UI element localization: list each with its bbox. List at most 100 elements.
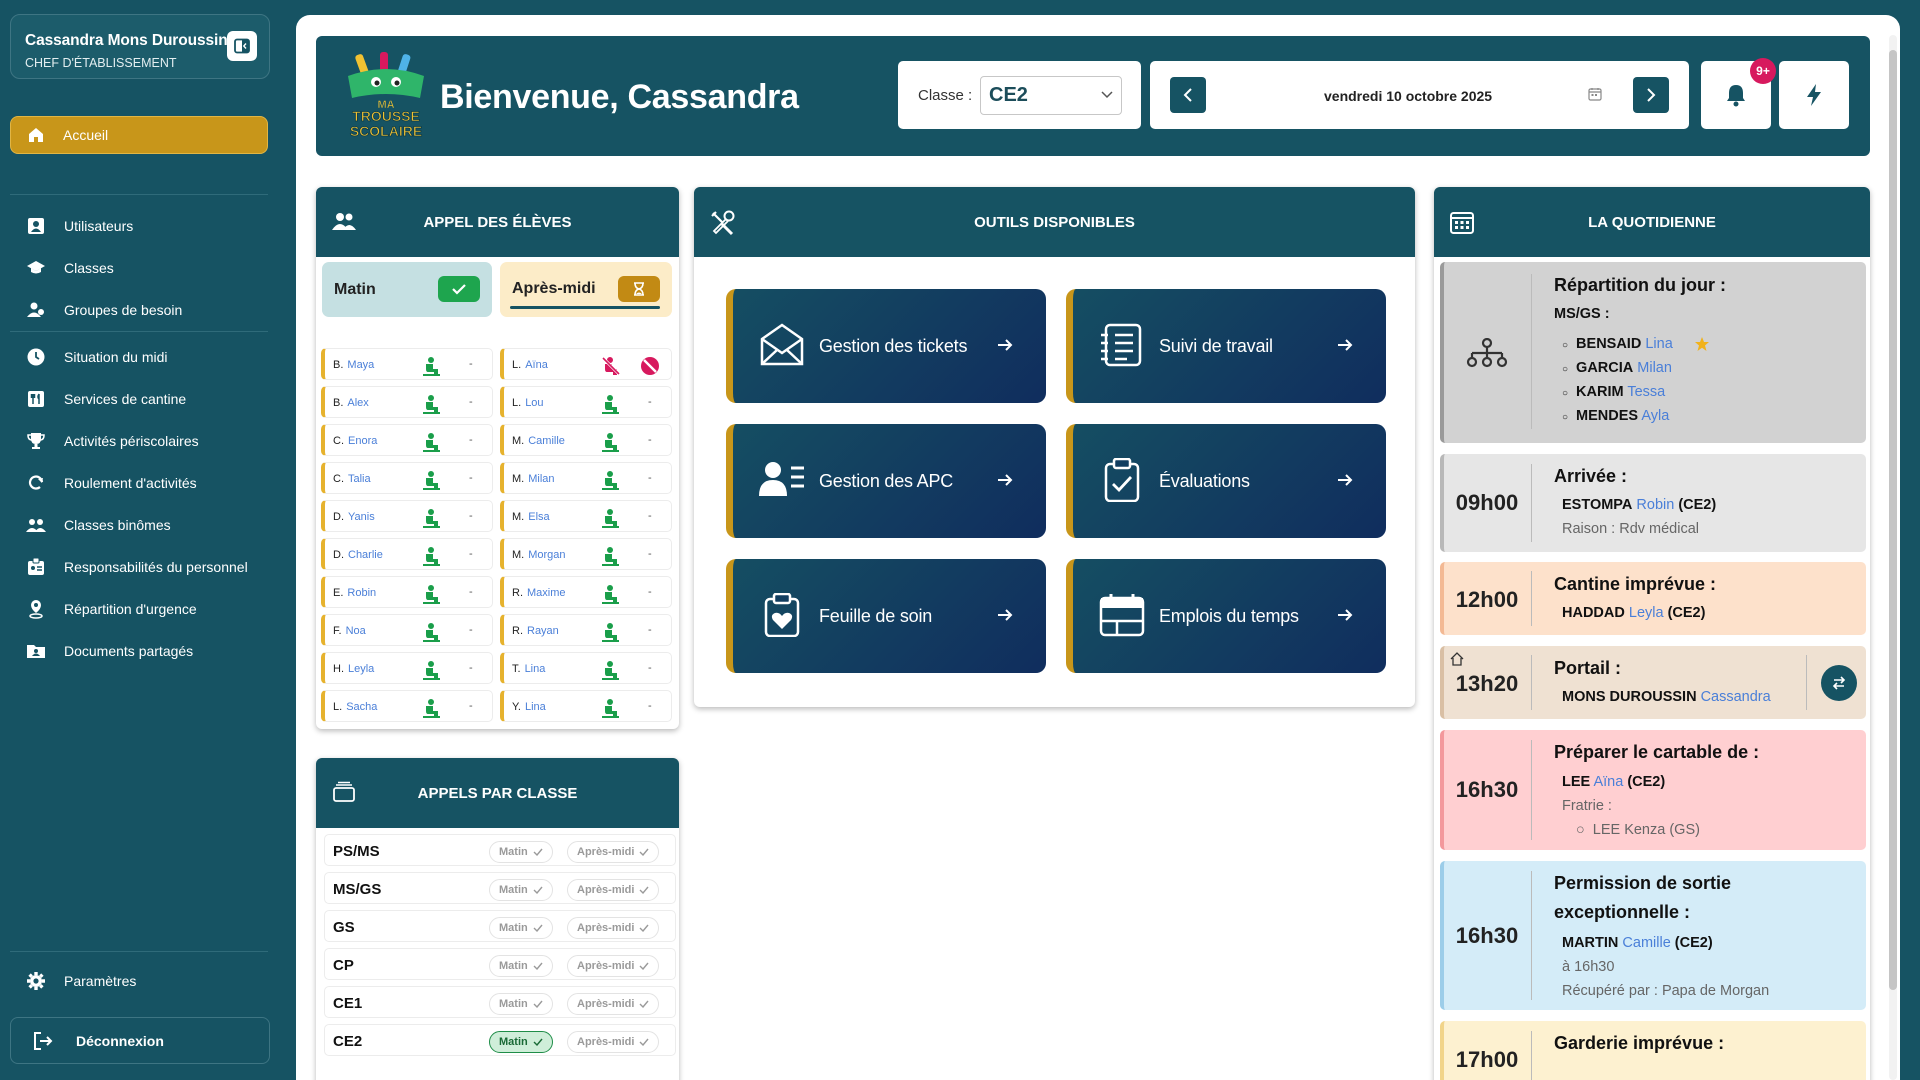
tool-gestion-des-tickets[interactable]: Gestion des tickets	[726, 289, 1046, 403]
status-toggle[interactable]	[602, 432, 620, 452]
student-row[interactable]: M. Milan -	[500, 462, 672, 494]
sidebar-item-classes[interactable]: Classes	[26, 257, 114, 279]
class-select[interactable]: CE2	[980, 76, 1122, 115]
sidebar-item-classes-binomes[interactable]: Classes binômes	[26, 514, 171, 536]
status-toggle[interactable]	[602, 660, 620, 680]
card-title: Permission de sortie	[1554, 873, 1732, 893]
tool-emplois-du-temps[interactable]: Emplois du temps	[1066, 559, 1386, 673]
reason-text: Raison : Rdv médical	[1562, 521, 1699, 537]
matin-status-pill[interactable]: Matin	[489, 955, 553, 977]
sidebar-item-utilisateurs[interactable]: Utilisateurs	[26, 215, 133, 237]
status-toggle[interactable]	[423, 356, 441, 376]
student-row[interactable]: B. Maya -	[321, 348, 493, 380]
scrollbar[interactable]	[1889, 35, 1897, 1080]
status-toggle[interactable]	[602, 470, 620, 490]
matin-status-pill[interactable]: Matin	[489, 917, 553, 939]
tool-feuille-de-soin[interactable]: Feuille de soin	[726, 559, 1046, 673]
student-row[interactable]: M. Camille -	[500, 424, 672, 456]
status-toggle[interactable]	[602, 584, 620, 604]
card-garderie-imprevue: 17h00 Garderie imprévue :	[1440, 1021, 1866, 1080]
status-toggle[interactable]	[423, 622, 441, 642]
sidebar-item-documents-partages[interactable]: Documents partagés	[26, 640, 193, 662]
previous-day-button[interactable]	[1170, 77, 1206, 113]
status-toggle[interactable]	[602, 394, 620, 414]
sidebar-item-services-de-cantine[interactable]: Services de cantine	[26, 388, 186, 410]
student-row[interactable]: R. Maxime -	[500, 576, 672, 608]
sidebar-item-accueil[interactable]: Accueil	[10, 116, 268, 154]
student-row[interactable]: H. Leyla -	[321, 652, 493, 684]
student-row[interactable]: C. Enora -	[321, 424, 493, 456]
student-row[interactable]: M. Elsa -	[500, 500, 672, 532]
status-toggle[interactable]	[602, 356, 620, 376]
arrow-right-icon	[998, 339, 1013, 351]
student-row[interactable]: M. Morgan -	[500, 538, 672, 570]
sidebar-item-groupes-de-besoin[interactable]: Groupes de besoin	[26, 299, 182, 321]
apres-midi-status-pill[interactable]: Après-midi	[567, 917, 660, 939]
sidebar-item-repartition-d-urgence[interactable]: Répartition d'urgence	[26, 598, 197, 620]
tab-matin[interactable]: Matin	[322, 262, 492, 317]
tab-apres-midi[interactable]: Après-midi	[500, 262, 672, 317]
tool-label: Suivi de travail	[1159, 336, 1273, 356]
student-row[interactable]: T. Lina -	[500, 652, 672, 684]
tool-label: Gestion des tickets	[819, 336, 968, 356]
student-row[interactable]: F. Noa -	[321, 614, 493, 646]
tool-suivi-de-travail[interactable]: Suivi de travail	[1066, 289, 1386, 403]
separator	[1806, 655, 1807, 710]
tool-evaluations[interactable]: Évaluations	[1066, 424, 1386, 538]
student-row[interactable]: R. Rayan -	[500, 614, 672, 646]
status-toggle[interactable]	[423, 584, 441, 604]
next-day-button[interactable]	[1633, 77, 1669, 113]
status-toggle[interactable]	[423, 470, 441, 490]
class-name: CE1	[333, 995, 363, 1012]
swap-button[interactable]	[1821, 665, 1857, 701]
sidebar-item-activites-periscolaires[interactable]: Activités périscolaires	[26, 430, 199, 452]
student-row[interactable]: C. Talia -	[321, 462, 493, 494]
status-toggle[interactable]	[602, 508, 620, 528]
matin-status-pill[interactable]: Matin	[489, 993, 553, 1015]
status-toggle[interactable]	[602, 546, 620, 566]
sidebar-item-situation-du-midi[interactable]: Situation du midi	[26, 346, 168, 368]
student-line: MARTIN Camille (CE2)	[1562, 935, 1713, 951]
status-toggle[interactable]	[423, 432, 441, 452]
status-toggle[interactable]	[602, 698, 620, 718]
apres-midi-status-pill[interactable]: Après-midi	[567, 841, 660, 863]
student-present-icon	[423, 661, 440, 680]
student-row[interactable]: L. Aïna	[500, 348, 672, 380]
scrollbar-thumb[interactable]	[1889, 50, 1897, 990]
student-row[interactable]: E. Robin -	[321, 576, 493, 608]
calendar-icon[interactable]	[1588, 87, 1602, 101]
chevron-right-icon	[1647, 88, 1656, 102]
collapse-sidebar-button[interactable]	[227, 31, 257, 61]
status-toggle[interactable]	[423, 660, 441, 680]
apres-midi-status-pill[interactable]: Après-midi	[567, 1031, 660, 1053]
matin-status-pill[interactable]: Matin	[489, 841, 553, 863]
status-toggle[interactable]	[423, 508, 441, 528]
sidebar-item-parametres[interactable]: Paramètres	[26, 970, 136, 992]
student-name: L. Lou	[512, 397, 544, 409]
apres-midi-status-pill[interactable]: Après-midi	[567, 955, 660, 977]
apres-midi-status-pill[interactable]: Après-midi	[567, 879, 660, 901]
event-time: 16h30	[1455, 923, 1519, 948]
student-row[interactable]: Y. Lina -	[500, 690, 672, 722]
student-row[interactable]: L. Sacha -	[321, 690, 493, 722]
status-toggle[interactable]	[423, 546, 441, 566]
layers-icon	[333, 781, 355, 802]
sidebar-item-label: Activités périscolaires	[64, 433, 199, 449]
student-row[interactable]: D. Charlie -	[321, 538, 493, 570]
quick-actions-button[interactable]	[1779, 61, 1849, 129]
matin-status-pill[interactable]: Matin	[489, 1031, 553, 1053]
rotate-icon	[28, 475, 44, 490]
student-row[interactable]: B. Alex -	[321, 386, 493, 418]
status-toggle[interactable]	[423, 698, 441, 718]
student-row[interactable]: D. Yanis -	[321, 500, 493, 532]
sidebar-item-roulement-d-activites[interactable]: Roulement d'activités	[26, 472, 197, 494]
student-row[interactable]: L. Lou -	[500, 386, 672, 418]
tool-gestion-des-apc[interactable]: Gestion des APC	[726, 424, 1046, 538]
matin-status-pill[interactable]: Matin	[489, 879, 553, 901]
absence-button[interactable]	[640, 356, 660, 376]
logout-button[interactable]: Déconnexion	[10, 1017, 270, 1064]
apres-midi-status-pill[interactable]: Après-midi	[567, 993, 660, 1015]
status-toggle[interactable]	[602, 622, 620, 642]
sidebar-item-responsabilites-du-personnel[interactable]: Responsabilités du personnel	[26, 556, 248, 578]
status-toggle[interactable]	[423, 394, 441, 414]
